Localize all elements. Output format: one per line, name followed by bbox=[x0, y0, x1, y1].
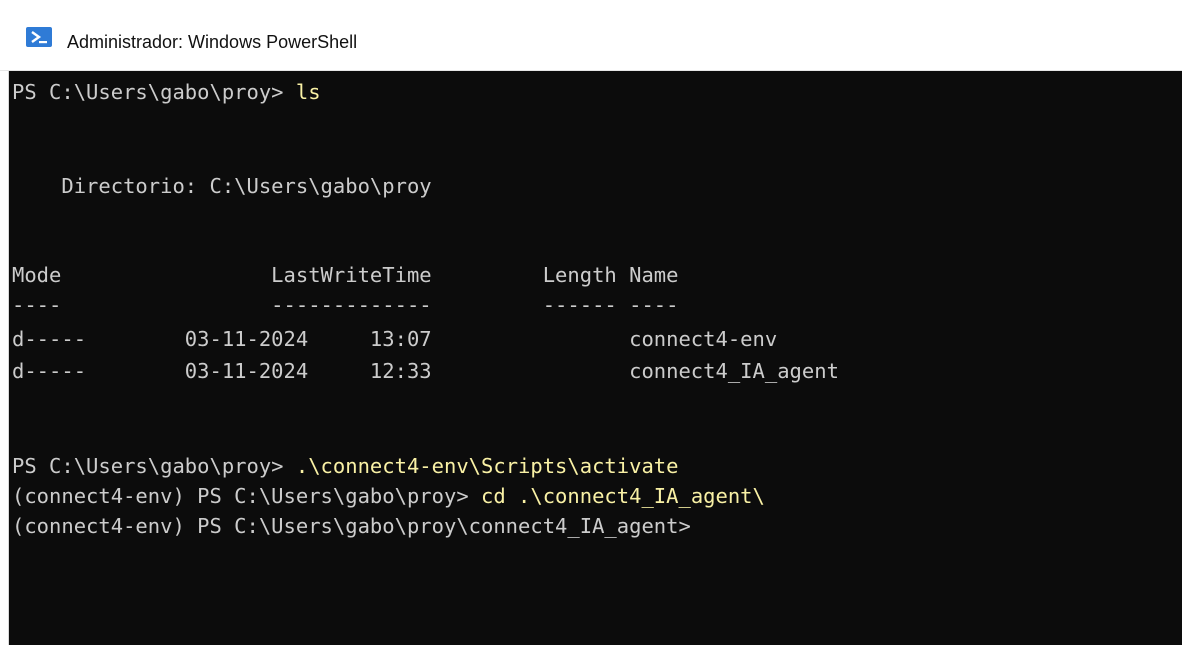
table-row: d----- 03-11-2024 13:07 connect4-env bbox=[12, 327, 778, 351]
table-header-underline: ---- ------------- ------ ---- bbox=[12, 293, 679, 317]
command-text: ls bbox=[295, 80, 321, 104]
window-border bbox=[0, 71, 9, 645]
command-text: cd .\connect4_IA_agent\ bbox=[481, 484, 765, 508]
console-output[interactable]: PS C:\Users\gabo\proy> ls Directorio: C:… bbox=[9, 71, 1182, 645]
prompt-text: (connect4-env) PS C:\Users\gabo\proy> bbox=[12, 484, 481, 508]
directory-heading: Directorio: C:\Users\gabo\proy bbox=[12, 174, 432, 198]
prompt-text: PS C:\Users\gabo\proy> bbox=[12, 80, 296, 104]
table-header: Mode LastWriteTime Length Name bbox=[12, 263, 679, 287]
table-row: d----- 03-11-2024 12:33 connect4_IA_agen… bbox=[12, 359, 839, 383]
powershell-icon bbox=[26, 27, 52, 47]
prompt-text: PS C:\Users\gabo\proy> bbox=[12, 454, 296, 478]
powershell-window: Administrador: Windows PowerShell PS C:\… bbox=[0, 0, 1182, 645]
console-line-activate: PS C:\Users\gabo\proy> .\connect4-env\Sc… bbox=[12, 451, 678, 481]
console-line-current-prompt: (connect4-env) PS C:\Users\gabo\proy\con… bbox=[12, 511, 691, 541]
console-line-ls: PS C:\Users\gabo\proy> ls bbox=[12, 77, 321, 107]
prompt-text: (connect4-env) PS C:\Users\gabo\proy\con… bbox=[12, 514, 691, 538]
command-text: .\connect4-env\Scripts\activate bbox=[295, 454, 679, 478]
window-title: Administrador: Windows PowerShell bbox=[67, 32, 358, 52]
console-line-cd: (connect4-env) PS C:\Users\gabo\proy> cd… bbox=[12, 481, 765, 511]
title-bar[interactable]: Administrador: Windows PowerShell bbox=[0, 0, 1182, 71]
